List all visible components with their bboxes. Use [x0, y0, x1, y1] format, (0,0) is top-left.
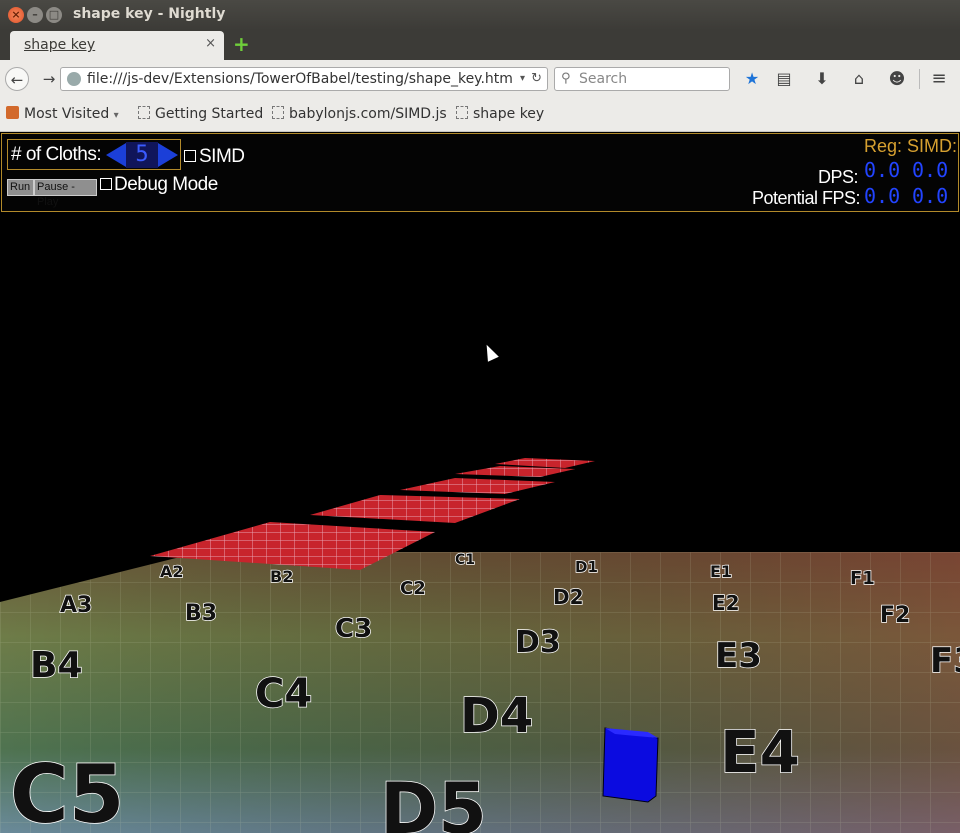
decrease-arrow-icon[interactable] [106, 143, 126, 167]
window-titlebar: × – □ shape key - Nightly [0, 0, 960, 30]
simd-checkbox[interactable] [184, 150, 196, 162]
page-content: A2 B2 C2 D2 E2 F2 A3 B3 C3 D3 E3 F3 B4 C… [0, 132, 960, 833]
back-icon[interactable]: ← [5, 67, 29, 91]
forward-icon[interactable]: → [37, 67, 61, 91]
smiley-icon[interactable]: ☻ [886, 68, 908, 90]
bookmark-babylonjs-simd[interactable]: babylonjs.com/SIMD.js [272, 106, 447, 122]
tab-shape-key[interactable]: shape key × [10, 31, 224, 60]
ground-label: A3 [60, 593, 92, 618]
ground-label: F2 [880, 603, 910, 628]
most-visited-icon [6, 106, 19, 119]
ground-label: C2 [400, 578, 426, 599]
download-icon[interactable]: ⬇ [811, 68, 833, 90]
ground-label: C5 [10, 748, 124, 833]
pause-play-button[interactable]: Pause - Play [34, 179, 97, 208]
ground-label: E3 [715, 636, 762, 676]
fps-simd-value: 0.0 [912, 184, 949, 208]
page-icon [272, 106, 284, 119]
reload-icon[interactable]: ↻ [531, 68, 542, 90]
ground-label: C3 [335, 614, 372, 644]
cloth [455, 466, 575, 477]
bookmark-label: Most Visited [24, 106, 110, 122]
ground-label: E2 [712, 591, 740, 615]
ground-label: D2 [553, 585, 584, 609]
home-icon[interactable]: ⌂ [848, 68, 870, 90]
ground-label: C1 [455, 552, 475, 568]
bookmark-star-icon[interactable]: ★ [741, 68, 763, 90]
increase-arrow-icon[interactable] [158, 143, 178, 167]
3d-scene-canvas[interactable]: A2 B2 C2 D2 E2 F2 A3 B3 C3 D3 E3 F3 B4 C… [0, 132, 960, 833]
bookmark-label: babylonjs.com/SIMD.js [289, 106, 447, 122]
dps-simd-value: 0.0 [912, 158, 949, 182]
search-placeholder: Search [579, 71, 628, 87]
ground-label: E4 [720, 718, 800, 786]
window-minimize-icon[interactable]: – [27, 7, 43, 23]
cloths-value: 5 [126, 142, 158, 168]
url-text: file:///js-dev/Extensions/TowerOfBabel/t… [87, 71, 513, 87]
blue-cube [602, 727, 659, 803]
ground-label: E1 [710, 562, 732, 581]
bookmarks-toolbar: Most Visited ▾ Getting Started babylonjs… [0, 97, 960, 132]
bookmark-getting-started[interactable]: Getting Started [138, 106, 263, 122]
ground-label: D4 [460, 688, 533, 744]
chevron-down-icon[interactable]: ▾ [520, 68, 525, 90]
ground-label: B4 [30, 645, 83, 686]
chevron-down-icon: ▾ [113, 110, 119, 121]
potential-fps-label: Potential FPS: [752, 188, 861, 208]
bookmark-shape-key[interactable]: shape key [456, 106, 544, 122]
dps-reg-value: 0.0 [864, 158, 901, 182]
ground-label: C4 [255, 671, 312, 717]
ground-label: B2 [270, 567, 293, 586]
search-input[interactable]: ⚲ Search [554, 67, 730, 91]
run-button[interactable]: Run [7, 179, 34, 196]
ground-label: A2 [160, 562, 184, 581]
cloth [310, 495, 520, 523]
cloth-count-control: # of Cloths: 5 [7, 139, 181, 170]
dps-label: DPS: [818, 167, 859, 187]
new-tab-icon[interactable]: + [233, 32, 250, 56]
bookmark-label: Getting Started [155, 106, 264, 122]
ground-label: B3 [185, 601, 217, 626]
url-bar[interactable]: file:///js-dev/Extensions/TowerOfBabel/t… [60, 67, 548, 91]
ground-label: D3 [515, 625, 561, 660]
hud-panel: # of Cloths: 5 SIMD Run Pause - Play Deb… [1, 133, 959, 212]
cloths-label: # of Cloths: [11, 144, 102, 165]
ground-label: D1 [575, 558, 598, 576]
simd-label: SIMD [199, 146, 245, 167]
tab-close-icon[interactable]: × [205, 36, 216, 51]
debug-mode-checkbox[interactable] [100, 178, 112, 190]
tab-label: shape key [24, 37, 96, 53]
reg-header: Reg: [864, 136, 903, 156]
page-icon [456, 106, 468, 119]
cloth [400, 478, 555, 494]
window-close-icon[interactable]: × [8, 7, 24, 23]
window-title: shape key - Nightly [73, 6, 226, 22]
ground-label: F1 [850, 568, 875, 589]
debug-mode-label: Debug Mode [114, 174, 218, 195]
tab-strip: shape key × [0, 30, 960, 60]
simd-header: SIMD: [907, 136, 958, 156]
ground-label: F3 [930, 641, 960, 681]
search-icon: ⚲ [561, 71, 571, 86]
navigation-toolbar: ← → file:///js-dev/Extensions/TowerOfBab… [0, 60, 960, 97]
globe-icon [67, 72, 81, 86]
page-icon [138, 106, 150, 119]
hamburger-menu-icon[interactable]: ≡ [928, 68, 950, 90]
window-maximize-icon[interactable]: □ [46, 7, 62, 23]
bookmark-label: shape key [473, 106, 545, 122]
ground-label: D5 [380, 768, 487, 833]
bookmark-most-visited[interactable]: Most Visited ▾ [6, 106, 119, 122]
toolbar-separator [919, 69, 920, 89]
reading-list-icon[interactable]: ▤ [773, 68, 795, 90]
fps-reg-value: 0.0 [864, 184, 901, 208]
